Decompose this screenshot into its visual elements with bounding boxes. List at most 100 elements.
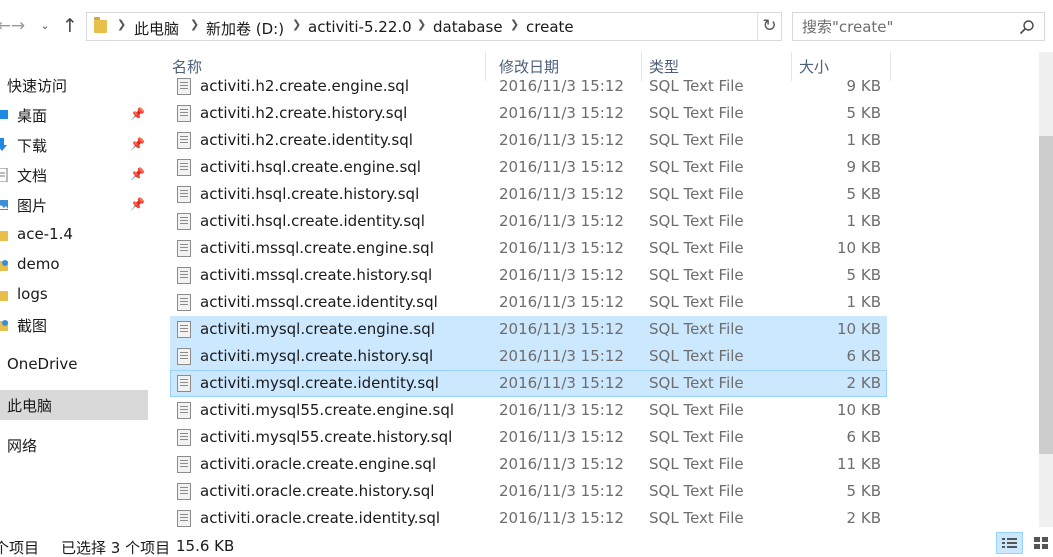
file-size: 5 KB — [846, 104, 881, 122]
file-row[interactable]: activiti.mssql.create.identity.sql 2016/1… — [170, 289, 887, 316]
file-row[interactable]: activiti.oracle.create.identity.sql 2016/… — [170, 505, 887, 527]
pin-icon[interactable]: 📌 — [130, 167, 145, 181]
file-date: 2016/11/3 15:12 — [499, 293, 624, 311]
recent-locations-chevron-icon[interactable]: ⌄ — [35, 14, 55, 38]
sidebar-item-network[interactable]: 网络 — [0, 430, 148, 460]
sidebar-item-label: 此电脑 — [7, 397, 53, 415]
breadcrumb-item[interactable]: 新加卷 (D:) — [206, 18, 284, 39]
file-row[interactable]: activiti.h2.create.engine.sql 2016/11/3 1… — [170, 73, 887, 100]
sql-file-icon — [177, 375, 191, 392]
breadcrumb-chevron-icon[interactable]: ❯ — [190, 18, 199, 31]
sidebar-item-ace[interactable]: ace-1.4 — [0, 220, 148, 250]
sidebar-item-pictures[interactable]: 图片 📌 — [0, 190, 148, 220]
breadcrumb-item-current[interactable]: create — [526, 18, 574, 36]
file-row[interactable]: activiti.mysql.create.identity.sql 2016/1… — [170, 370, 887, 397]
sql-file-icon — [177, 105, 191, 122]
breadcrumb-chevron-icon[interactable]: ❯ — [117, 18, 126, 31]
breadcrumb-item[interactable]: 此电脑 — [134, 18, 179, 39]
breadcrumb-chevron-icon[interactable]: ❯ — [417, 18, 426, 31]
navigation-bar: ← → ⌄ ↑ ❯ 此电脑 ❯ 新加卷 (D:) ❯ activiti-5.22… — [0, 0, 1053, 52]
file-size: 2 KB — [846, 374, 881, 392]
sidebar-item-label: ace-1.4 — [17, 225, 73, 243]
up-arrow-icon[interactable]: ↑ — [60, 14, 80, 38]
pin-icon[interactable]: 📌 — [130, 137, 145, 151]
address-bar[interactable]: ❯ 此电脑 ❯ 新加卷 (D:) ❯ activiti-5.22.0 ❯ dat… — [86, 12, 782, 41]
file-name: activiti.h2.create.identity.sql — [200, 131, 413, 149]
file-size: 11 KB — [837, 455, 881, 473]
search-input[interactable] — [793, 13, 1013, 40]
item-count: 个项目 — [0, 539, 40, 557]
sidebar-item-desktop[interactable]: 桌面 📌 — [0, 100, 148, 130]
file-type: SQL Text File — [649, 482, 744, 500]
pin-icon[interactable]: 📌 — [130, 197, 145, 211]
desktop-icon — [0, 110, 8, 119]
breadcrumb-chevron-icon[interactable]: ❯ — [510, 18, 519, 31]
file-row[interactable]: activiti.h2.create.history.sql 2016/11/3 … — [170, 100, 887, 127]
sidebar-item-logs[interactable]: logs — [0, 280, 148, 310]
sql-file-icon — [177, 456, 191, 473]
folder-icon — [0, 260, 8, 271]
file-size: 6 KB — [846, 347, 881, 365]
file-row[interactable]: activiti.hsql.create.history.sql 2016/11/… — [170, 181, 887, 208]
file-row[interactable]: activiti.mssql.create.engine.sql 2016/11/… — [170, 235, 887, 262]
file-row[interactable]: activiti.mysql.create.engine.sql 2016/11/… — [170, 316, 887, 343]
file-row[interactable]: activiti.mysql55.create.engine.sql 2016/1… — [170, 397, 887, 424]
sidebar-item-demo[interactable]: demo — [0, 250, 148, 280]
file-date: 2016/11/3 15:12 — [499, 266, 624, 284]
file-size: 9 KB — [846, 158, 881, 176]
forward-arrow-icon[interactable]: → — [8, 14, 28, 38]
file-row[interactable]: activiti.hsql.create.identity.sql 2016/11… — [170, 208, 887, 235]
file-size: 6 KB — [846, 428, 881, 446]
breadcrumb-item[interactable]: database — [433, 18, 503, 36]
file-size: 1 KB — [846, 212, 881, 230]
sidebar-item-quick-access[interactable]: 快速访问 — [0, 70, 148, 100]
file-row[interactable]: activiti.mssql.create.history.sql 2016/11… — [170, 262, 887, 289]
sidebar-item-label: 文档 — [17, 167, 48, 185]
refresh-icon[interactable]: ↻ — [757, 13, 781, 40]
file-name: activiti.mssql.create.identity.sql — [200, 293, 438, 311]
file-type: SQL Text File — [649, 212, 744, 230]
file-row[interactable]: activiti.hsql.create.engine.sql 2016/11/3… — [170, 154, 887, 181]
file-name: activiti.hsql.create.history.sql — [200, 185, 420, 203]
file-name: activiti.oracle.create.history.sql — [200, 482, 435, 500]
selection-count: 已选择 3 个项目 — [61, 539, 171, 557]
file-row[interactable]: activiti.oracle.create.engine.sql 2016/11… — [170, 451, 887, 478]
breadcrumb-chevron-icon[interactable]: ❯ — [292, 18, 301, 31]
large-icons-view-icon[interactable] — [1029, 532, 1053, 554]
file-date: 2016/11/3 15:12 — [499, 320, 624, 338]
pin-icon[interactable]: 📌 — [130, 107, 145, 121]
file-date: 2016/11/3 15:12 — [499, 158, 624, 176]
search-box[interactable] — [792, 12, 1045, 41]
column-divider[interactable] — [890, 52, 891, 81]
breadcrumb-item[interactable]: activiti-5.22.0 — [308, 18, 412, 36]
sidebar-item-downloads[interactable]: 下载 📌 — [0, 130, 148, 160]
file-date: 2016/11/3 15:12 — [499, 104, 624, 122]
file-name: activiti.mysql55.create.engine.sql — [200, 401, 455, 419]
sidebar-item-documents[interactable]: 文档 📌 — [0, 160, 148, 190]
sidebar-item-this-pc[interactable]: 此电脑 — [0, 390, 148, 420]
file-date: 2016/11/3 15:12 — [499, 77, 624, 95]
file-row[interactable]: activiti.h2.create.identity.sql 2016/11/3… — [170, 127, 887, 154]
scrollbar-thumb[interactable] — [1039, 136, 1053, 454]
sidebar-item-label: 截图 — [17, 317, 48, 335]
file-type: SQL Text File — [649, 185, 744, 203]
file-type: SQL Text File — [649, 347, 744, 365]
sql-file-icon — [177, 294, 191, 311]
file-row[interactable]: activiti.mysql55.create.history.sql 2016/… — [170, 424, 887, 451]
sidebar-item-screenshots[interactable]: 截图 — [0, 310, 148, 340]
sql-file-icon — [177, 213, 191, 230]
file-type: SQL Text File — [649, 266, 744, 284]
vertical-scrollbar[interactable] — [1039, 52, 1053, 527]
file-name: activiti.h2.create.engine.sql — [200, 77, 409, 95]
file-date: 2016/11/3 15:12 — [499, 185, 624, 203]
file-size: 1 KB — [846, 131, 881, 149]
search-icon[interactable] — [1019, 19, 1035, 35]
file-date: 2016/11/3 15:12 — [499, 428, 624, 446]
file-type: SQL Text File — [649, 401, 744, 419]
sidebar-item-label: 快速访问 — [7, 77, 68, 95]
sidebar-item-onedrive[interactable]: OneDrive — [0, 350, 148, 380]
details-view-icon[interactable] — [996, 532, 1023, 554]
file-row[interactable]: activiti.mysql.create.history.sql 2016/11… — [170, 343, 887, 370]
file-row[interactable]: activiti.oracle.create.history.sql 2016/1… — [170, 478, 887, 505]
file-date: 2016/11/3 15:12 — [499, 131, 624, 149]
